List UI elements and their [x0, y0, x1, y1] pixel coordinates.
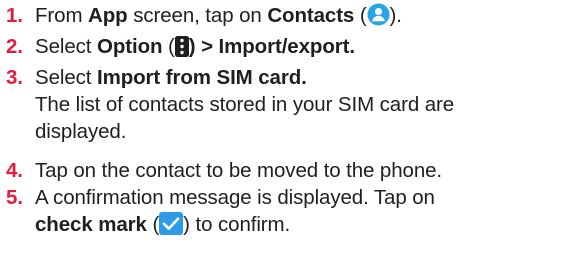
step-text-part: (	[146, 213, 160, 236]
import-export-label: ) > Import/export.	[188, 35, 355, 58]
step-text-part: screen, tap on	[127, 4, 268, 27]
step-text-part: Select	[35, 35, 97, 58]
step-number: 2.	[6, 35, 23, 58]
step-2: 2. Select Option ( ) > Import/export.	[6, 33, 581, 64]
step-text: Select Option ( ) > Import/export.	[35, 33, 355, 64]
step-text-part: Select	[35, 66, 97, 89]
step-text: Select Import from SIM card. The list of…	[35, 64, 454, 145]
check-mark-icon	[159, 212, 184, 242]
step-number: 5.	[6, 186, 23, 209]
step-5: 5. A confirmation message is displayed. …	[6, 184, 581, 242]
step-text: From App screen, tap on Contacts ().	[35, 2, 402, 33]
contacts-label: Contacts	[267, 4, 355, 27]
instruction-steps: 1. From App screen, tap on Contacts (). …	[6, 2, 581, 242]
step-3: 3. Select Import from SIM card. The list…	[6, 64, 581, 145]
step-text: A confirmation message is displayed. Tap…	[35, 184, 435, 242]
step-description: The list of contacts stored in your SIM …	[35, 93, 455, 116]
step-number: 1.	[6, 4, 23, 27]
import-from-sim-label: Import from SIM card.	[96, 66, 307, 89]
step-text-part: ) to confirm.	[183, 213, 291, 236]
step-text-part: From	[35, 4, 89, 27]
step-text: Tap on the contact to be moved to the ph…	[35, 159, 443, 182]
step-text-part: A confirmation message is displayed. Tap…	[35, 186, 435, 209]
step-number: 3.	[6, 66, 23, 89]
step-description: displayed.	[35, 120, 127, 143]
step-1: 1. From App screen, tap on Contacts ().	[6, 2, 581, 33]
check-mark-label: check mark	[35, 213, 147, 236]
option-label: Option	[96, 35, 163, 58]
step-text-part: (	[162, 35, 175, 58]
contacts-person-icon	[367, 3, 390, 33]
step-4: 4. Tap on the contact to be moved to the…	[6, 157, 581, 184]
step-text-part: (	[354, 4, 367, 27]
app-label: App	[88, 4, 128, 27]
step-text-part: ).	[389, 4, 402, 27]
step-number: 4.	[6, 159, 23, 182]
option-menu-icon	[174, 36, 189, 64]
